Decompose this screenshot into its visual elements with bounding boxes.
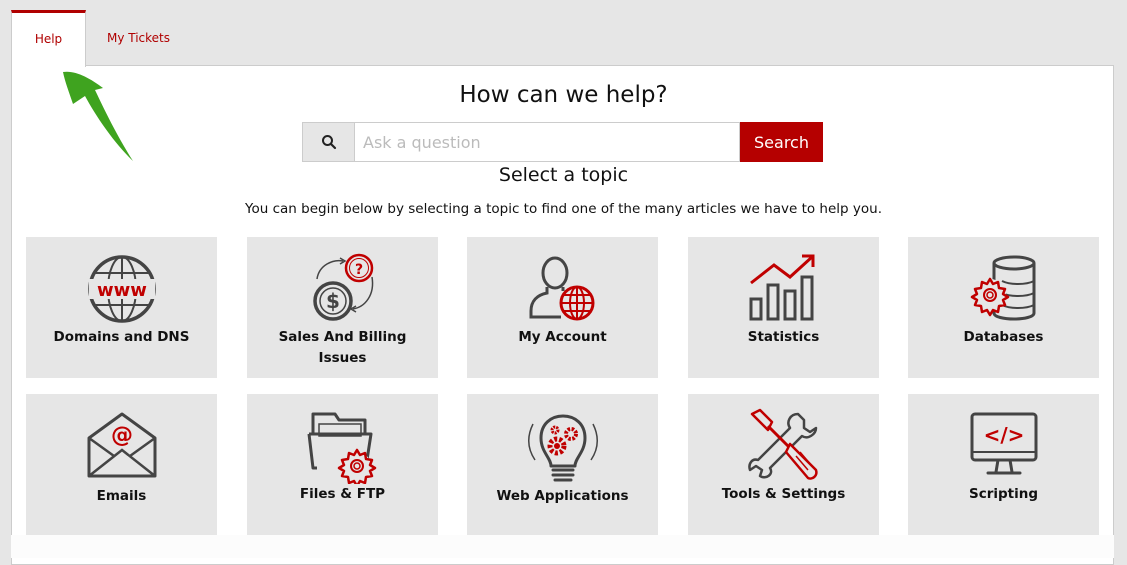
topic-card-my-account[interactable]: My Account [467, 237, 658, 378]
user-globe-icon [529, 256, 594, 321]
folder-gear-icon [307, 412, 376, 484]
topic-label: Sales And Billing Issues [278, 329, 407, 366]
topic-card-domains[interactable]: www Domains and DNS [26, 237, 217, 378]
bar-chart-icon [749, 254, 814, 321]
svg-text:$: $ [326, 289, 340, 313]
topic-card-emails[interactable]: @ Emails [26, 394, 217, 535]
topic-card-statistics[interactable]: Statistics [688, 237, 879, 378]
topic-card-files-ftp[interactable]: Files & FTP [247, 394, 438, 535]
page-title: How can we help? [459, 82, 668, 108]
globe-www-icon: www [87, 255, 156, 323]
database-gear-icon [970, 255, 1035, 321]
svg-text:@: @ [111, 423, 133, 448]
annotation-arrow-icon [63, 71, 133, 161]
monitor-code-icon: </> [970, 412, 1037, 475]
tools-icon [747, 408, 818, 480]
topic-label: Web Applications [496, 488, 629, 504]
topic-label: Scripting [968, 486, 1039, 502]
billing-icon: $ ? [312, 253, 373, 321]
section-title: Select a topic [498, 164, 629, 186]
search-bar: Search [302, 122, 823, 162]
svg-text:www: www [97, 280, 147, 301]
topic-card-scripting[interactable]: </> Scripting [908, 394, 1099, 535]
svg-text:</>: </> [983, 423, 1024, 447]
envelope-at-icon: @ [87, 412, 156, 478]
panel-footer [11, 535, 1114, 558]
tab-my-tickets[interactable]: My Tickets [86, 10, 191, 65]
lightbulb-gears-icon [527, 414, 598, 482]
topic-card-billing[interactable]: $ ? Sales And Billing Issues [247, 237, 438, 378]
topic-label: Emails [96, 488, 147, 504]
svg-text:?: ? [354, 262, 362, 278]
topic-label: My Account [518, 329, 607, 345]
section-description: You can begin below by selecting a topic… [245, 201, 882, 217]
topic-label: Statistics [747, 329, 820, 345]
tab-help[interactable]: Help [11, 10, 86, 67]
topic-label: Databases [963, 329, 1044, 345]
tab-bar: Help My Tickets [11, 10, 191, 67]
topic-card-databases[interactable]: Databases [908, 237, 1099, 378]
topic-label: Domains and DNS [53, 329, 190, 345]
topic-card-tools-settings[interactable]: Tools & Settings [688, 394, 879, 535]
search-button[interactable]: Search [740, 122, 823, 162]
topic-card-web-applications[interactable]: Web Applications [467, 394, 658, 535]
search-icon [302, 122, 355, 162]
search-input[interactable] [355, 122, 740, 162]
topic-label: Tools & Settings [721, 486, 846, 502]
topic-label: Files & FTP [299, 486, 386, 502]
